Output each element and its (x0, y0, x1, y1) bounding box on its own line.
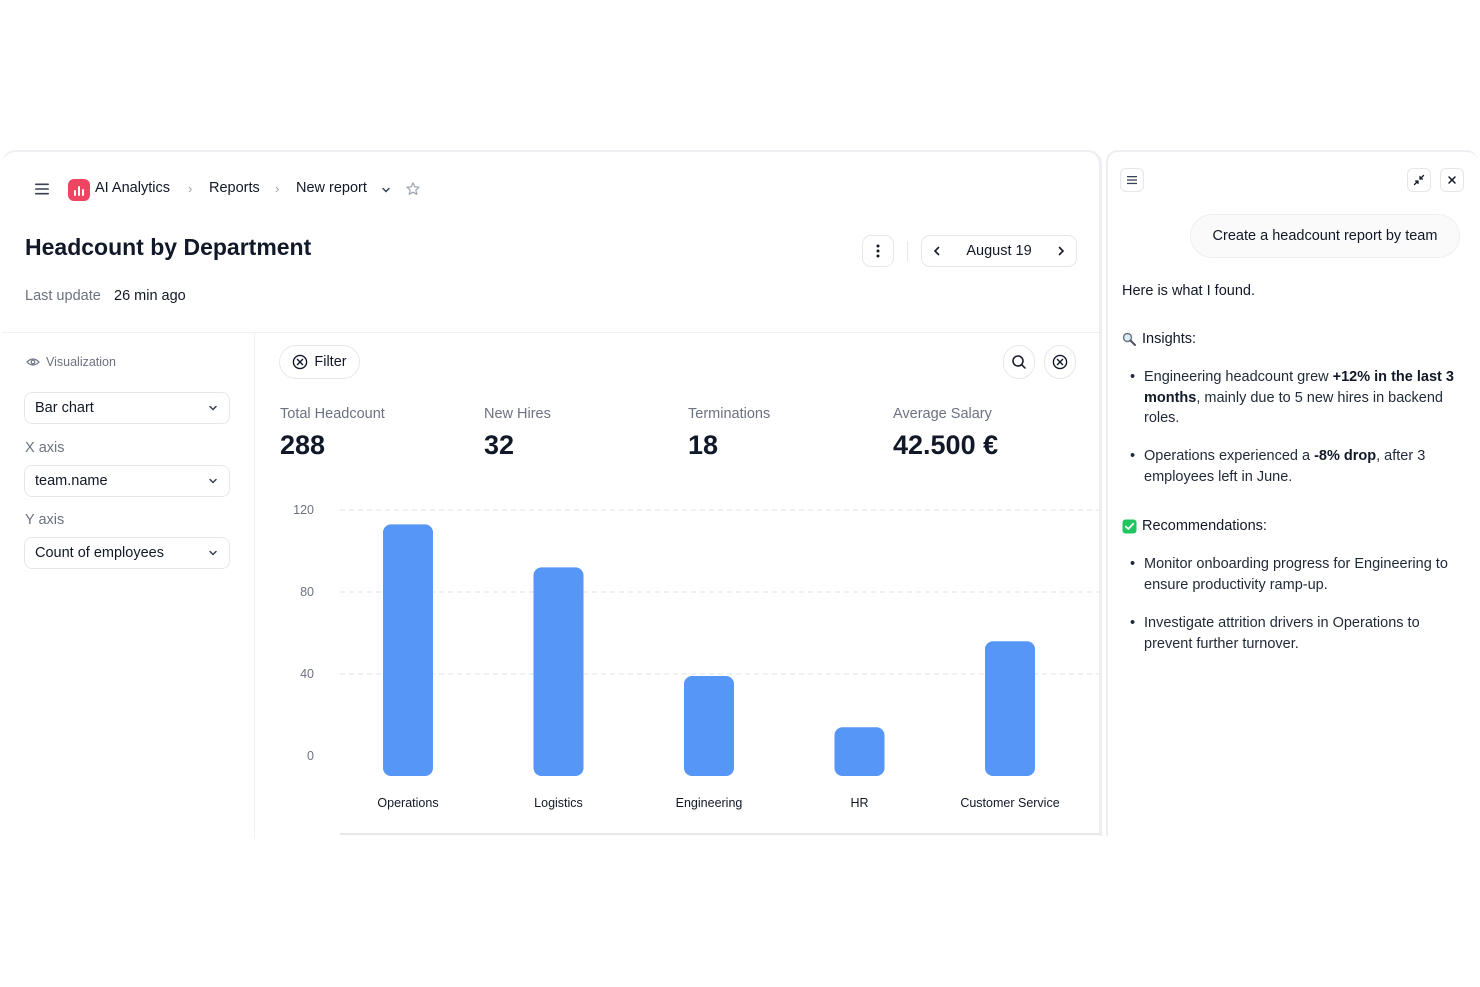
app-window: AI Analytics › Reports › New report Head… (0, 150, 1480, 838)
collapse-arrows-icon (1413, 174, 1425, 186)
close-icon (1448, 176, 1456, 184)
insights-title: Insights: (1142, 331, 1196, 347)
magnifier-emoji-icon (1122, 332, 1136, 346)
more-options-button[interactable] (862, 235, 894, 267)
divider (254, 333, 255, 838)
breadcrumb-chevron-icon: › (188, 181, 193, 196)
date-selector[interactable]: August 19 (921, 235, 1077, 267)
stat-label-new-hires: New Hires (484, 406, 551, 422)
vertical-dots-icon (876, 244, 880, 258)
bar-customer-service[interactable] (985, 641, 1035, 776)
y-axis-label: Y axis (25, 512, 65, 528)
bar-hr[interactable] (834, 727, 885, 776)
y-tick-label: 40 (300, 667, 314, 681)
recommendation-item: Monitor onboarding progress for Engineer… (1128, 554, 1468, 595)
filter-button[interactable]: Filter (279, 345, 360, 379)
x-axis-value: team.name (35, 473, 108, 489)
x-axis-label: X axis (25, 440, 65, 456)
bar-logistics[interactable] (533, 567, 584, 776)
chart-type-select[interactable]: Bar chart (24, 392, 230, 424)
y-tick-label: 0 (307, 749, 314, 763)
x-tick-label: Logistics (534, 796, 583, 810)
chevron-down-icon (209, 550, 217, 556)
check-mark-emoji-icon (1122, 519, 1137, 533)
bar-operations[interactable] (383, 524, 433, 776)
search-icon (1012, 355, 1026, 369)
y-tick-label: 120 (293, 503, 314, 517)
stat-label-average-salary: Average Salary (893, 406, 992, 422)
y-axis-select[interactable]: Count of employees (24, 537, 230, 569)
insight-text-bold: -8% drop (1314, 448, 1377, 464)
stat-label-total-headcount: Total Headcount (280, 406, 385, 422)
x-tick-label: Engineering (676, 796, 743, 810)
stat-value-new-hires: 32 (484, 430, 515, 460)
last-update-label: Last update (25, 288, 101, 304)
minimize-button[interactable] (1407, 168, 1431, 192)
stat-value-total-headcount: 288 (280, 430, 326, 460)
search-button[interactable] (1003, 345, 1035, 379)
chevron-left-icon[interactable] (932, 245, 942, 257)
insight-text-pre: Engineering headcount grew (1144, 369, 1333, 385)
user-message-bubble: Create a headcount report by team (1190, 214, 1460, 258)
clear-circle-icon (1052, 354, 1068, 370)
breadcrumb-reports[interactable]: Reports (209, 180, 260, 196)
ai-chat-panel: Create a headcount report by team Here i… (1106, 150, 1478, 836)
divider (2, 332, 1100, 333)
x-tick-label: Customer Service (960, 796, 1059, 810)
recommendations-heading: Recommendations: (1122, 518, 1267, 534)
clear-button[interactable] (1044, 345, 1076, 379)
last-update-value: 26 min ago (114, 288, 186, 304)
y-tick-label: 80 (300, 585, 314, 599)
bar-engineering[interactable] (684, 676, 734, 776)
selected-date: August 19 (966, 243, 1032, 259)
ai-intro-text: Here is what I found. (1122, 283, 1255, 299)
chat-menu-button[interactable] (1120, 168, 1144, 192)
report-panel: AI Analytics › Reports › New report Head… (2, 150, 1102, 838)
recommendation-item: Investigate attrition drivers in Operati… (1128, 613, 1468, 654)
chart-type-value: Bar chart (35, 400, 94, 416)
chevron-down-icon (209, 405, 217, 411)
chevron-down-icon[interactable] (380, 184, 392, 196)
ai-analytics-logo-icon (68, 179, 90, 201)
page-title: Headcount by Department (25, 234, 312, 260)
list-menu-icon (1127, 176, 1137, 185)
recommendations-title: Recommendations: (1142, 518, 1267, 534)
divider (907, 241, 908, 261)
insights-heading: Insights: (1122, 331, 1196, 347)
headcount-bar-chart: 0 40 80 120 Operations Logistics Engineering HR… (293, 503, 1100, 835)
x-tick-label: HR (850, 796, 868, 810)
breadcrumb-current-report[interactable]: New report (296, 180, 367, 196)
x-tick-label: Operations (377, 796, 438, 810)
eye-icon (26, 358, 40, 366)
breadcrumb-app[interactable]: AI Analytics (95, 180, 170, 196)
insight-item: Operations experienced a -8% drop, after… (1128, 446, 1468, 487)
chevron-right-icon[interactable] (1056, 245, 1066, 257)
x-axis-select[interactable]: team.name (24, 465, 230, 497)
filter-label: Filter (314, 354, 347, 370)
filter-clear-icon (293, 354, 308, 370)
hamburger-menu-icon[interactable] (34, 182, 50, 196)
insight-item: Engineering headcount grew +12% in the l… (1128, 367, 1468, 429)
close-button[interactable] (1440, 168, 1464, 192)
visualization-label: Visualization (46, 355, 116, 369)
chevron-down-icon (209, 478, 217, 484)
insight-text-pre: Operations experienced a (1144, 448, 1315, 464)
y-axis-value: Count of employees (35, 545, 164, 561)
star-icon[interactable] (405, 181, 421, 197)
stat-value-average-salary: 42.500 € (893, 430, 999, 460)
stat-label-terminations: Terminations (688, 406, 771, 422)
breadcrumb-chevron-icon: › (275, 181, 280, 196)
visualization-heading: Visualization (26, 355, 116, 369)
stat-value-terminations: 18 (688, 430, 719, 460)
